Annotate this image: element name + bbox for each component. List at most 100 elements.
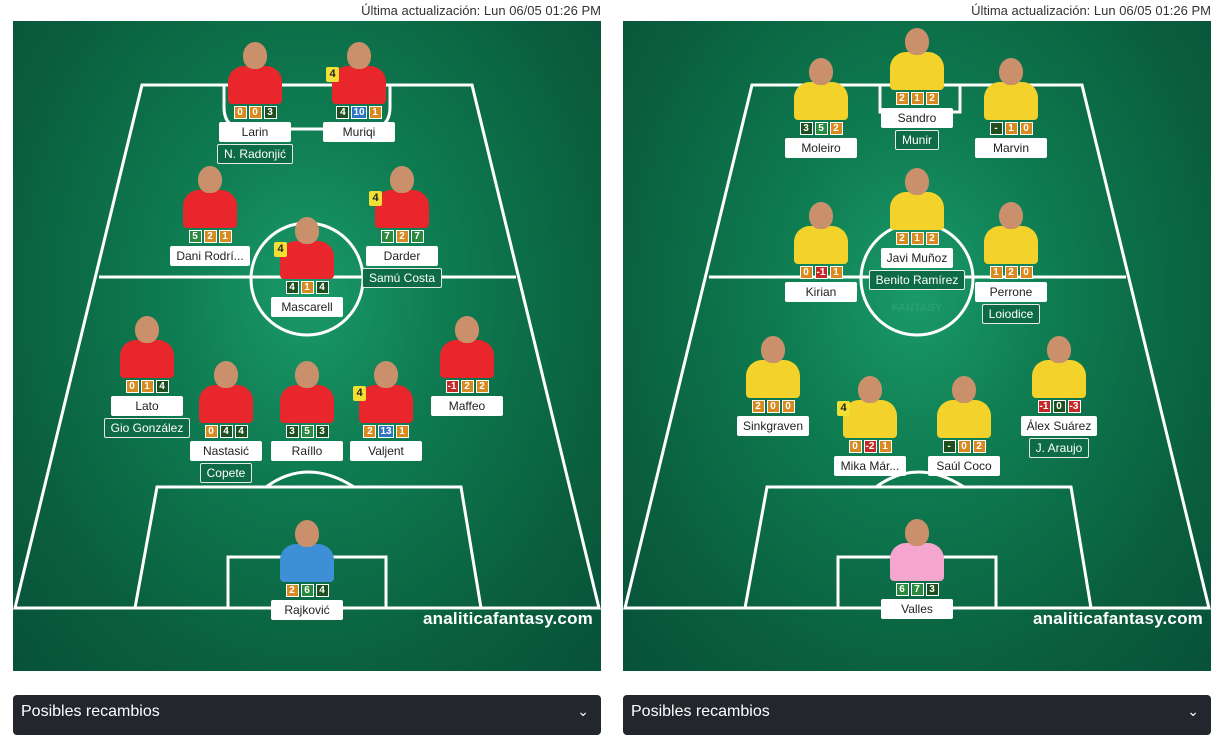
player-name[interactable]: Valjent (350, 441, 422, 461)
player-photo (436, 316, 498, 378)
player-name[interactable]: Maffeo (431, 396, 503, 416)
player-card[interactable]: 4 4 10 1 Muriqi (309, 42, 409, 142)
player-card[interactable]: 4 0 -2 1 Mika Már... (820, 376, 920, 476)
player-card[interactable]: 3 5 2 Moleiro (771, 58, 871, 158)
alternative-player[interactable]: J. Araujo (1028, 438, 1090, 458)
alternative-player[interactable]: Loiodice (981, 304, 1041, 324)
player-card[interactable]: 2 1 2 Sandro Munir (867, 28, 967, 150)
player-stats: 200 (751, 400, 795, 413)
stat-box: 2 (925, 92, 939, 105)
player-photo (790, 58, 852, 120)
stat-box: 4 (155, 380, 169, 393)
player-name[interactable]: Rajković (271, 600, 343, 620)
stat-box: 6 (300, 584, 314, 597)
alternative-player[interactable]: N. Radonjić (216, 144, 294, 164)
player-card[interactable]: 0 0 3 Larin N. Radonjić (205, 42, 305, 164)
player-shirt (228, 66, 282, 104)
player-card[interactable]: -0 2 Saúl Coco (914, 376, 1014, 476)
stat-box: 0 (957, 440, 971, 453)
warning-badge: 4 (353, 386, 366, 401)
player-shirt (332, 66, 386, 104)
player-name[interactable]: Kirian (785, 282, 857, 302)
player-stats: 414 (285, 281, 329, 294)
player-name[interactable]: Mascarell (271, 297, 343, 317)
player-card[interactable]: 4 7 2 7 Darder Samú Costa (352, 166, 452, 288)
player-name[interactable]: Saúl Coco (928, 456, 1000, 476)
watermark: analiticafantasy.com (423, 609, 593, 628)
stat-box: 3 (263, 106, 277, 119)
alternative-player[interactable]: Copete (199, 463, 253, 483)
player-name[interactable]: Moleiro (785, 138, 857, 158)
player-photo (980, 58, 1042, 120)
player-card[interactable]: -1 0 -3 Álex Suárez J. Araujo (1009, 336, 1109, 458)
player-photo (886, 168, 948, 230)
player-name[interactable]: Sinkgraven (736, 416, 810, 436)
player-photo: 4 (326, 42, 390, 104)
player-card[interactable]: 6 7 3 Valles (867, 519, 967, 619)
player-name[interactable]: Álex Suárez (1020, 416, 1098, 436)
player-name[interactable]: Nastasić (190, 441, 262, 461)
player-name[interactable]: Larin (219, 122, 291, 142)
player-shirt (199, 385, 253, 423)
player-card[interactable]: 0 -1 1 Kirian (771, 202, 871, 302)
player-card[interactable]: 4 4 1 4 Mascarell (257, 217, 357, 317)
stat-box: 2 (751, 400, 765, 413)
player-head (761, 336, 785, 363)
player-photo: 4 (274, 217, 338, 279)
player-shirt (280, 385, 334, 423)
player-name[interactable]: Muriqi (323, 122, 395, 142)
stat-box: 0 (233, 106, 247, 119)
stat-box: 0 (766, 400, 780, 413)
watermark: analiticafantasy.com (1033, 609, 1203, 628)
player-stats: 264 (285, 584, 329, 597)
player-head (858, 376, 882, 403)
player-name[interactable]: Marvin (975, 138, 1047, 158)
player-name[interactable]: Sandro (881, 108, 953, 128)
player-shirt (440, 340, 494, 378)
mallorca-lineup-panel: Última actualización: Lun 06/05 01:26 PM… (13, 0, 601, 735)
player-name[interactable]: Lato (111, 396, 183, 416)
alternative-player[interactable]: Samú Costa (361, 268, 443, 288)
player-name[interactable]: Raíllo (271, 441, 343, 461)
stat-box: 5 (300, 425, 314, 438)
player-photo: 4 (837, 376, 901, 438)
player-card[interactable]: 2 0 0 Sinkgraven (723, 336, 823, 436)
player-name[interactable]: Dani Rodrí... (170, 246, 250, 266)
player-name[interactable]: Mika Már... (834, 456, 906, 476)
player-card[interactable]: -1 0 Marvin (961, 58, 1061, 158)
chevron-down-icon[interactable]: ⌄ (1187, 703, 1199, 720)
alternative-player[interactable]: Munir (894, 130, 939, 150)
svg-text:FANTASY: FANTASY (892, 302, 943, 314)
player-shirt (375, 190, 429, 228)
player-card[interactable]: 1 2 0 Perrone Loiodice (961, 202, 1061, 324)
stat-box: 0 (204, 425, 218, 438)
stat-box: 1 (910, 232, 924, 245)
player-card[interactable]: 5 2 1 Dani Rodrí... (160, 166, 260, 266)
replacements-bar[interactable]: Posibles recambios ⌄ (623, 695, 1211, 735)
alternative-player[interactable]: Benito Ramírez (868, 270, 966, 290)
player-card[interactable]: 2 1 2 Javi Muñoz Benito Ramírez (867, 168, 967, 290)
player-name[interactable]: Darder (366, 246, 438, 266)
player-stats: 727 (380, 230, 424, 243)
player-name[interactable]: Valles (881, 599, 953, 619)
replacements-bar[interactable]: Posibles recambios ⌄ (13, 695, 601, 735)
player-shirt (984, 226, 1038, 264)
stat-box: -1 (814, 266, 828, 279)
stat-box: 0 (848, 440, 862, 453)
player-photo (116, 316, 178, 378)
replacements-title: Posibles recambios (631, 703, 770, 720)
player-card[interactable]: 2 6 4 Rajković (257, 520, 357, 620)
chevron-down-icon[interactable]: ⌄ (577, 703, 589, 720)
stat-box: 2 (925, 232, 939, 245)
player-head (198, 166, 222, 193)
stat-box: 2 (460, 380, 474, 393)
player-head (243, 42, 267, 69)
player-photo (980, 202, 1042, 264)
player-name[interactable]: Javi Muñoz (880, 248, 954, 268)
stat-box: 2 (829, 122, 843, 135)
stat-box: 7 (910, 583, 924, 596)
warning-badge: 4 (274, 242, 287, 257)
stat-box: 2 (363, 425, 377, 438)
player-card[interactable]: 4 2 13 1 Valjent (336, 361, 436, 461)
player-name[interactable]: Perrone (975, 282, 1047, 302)
